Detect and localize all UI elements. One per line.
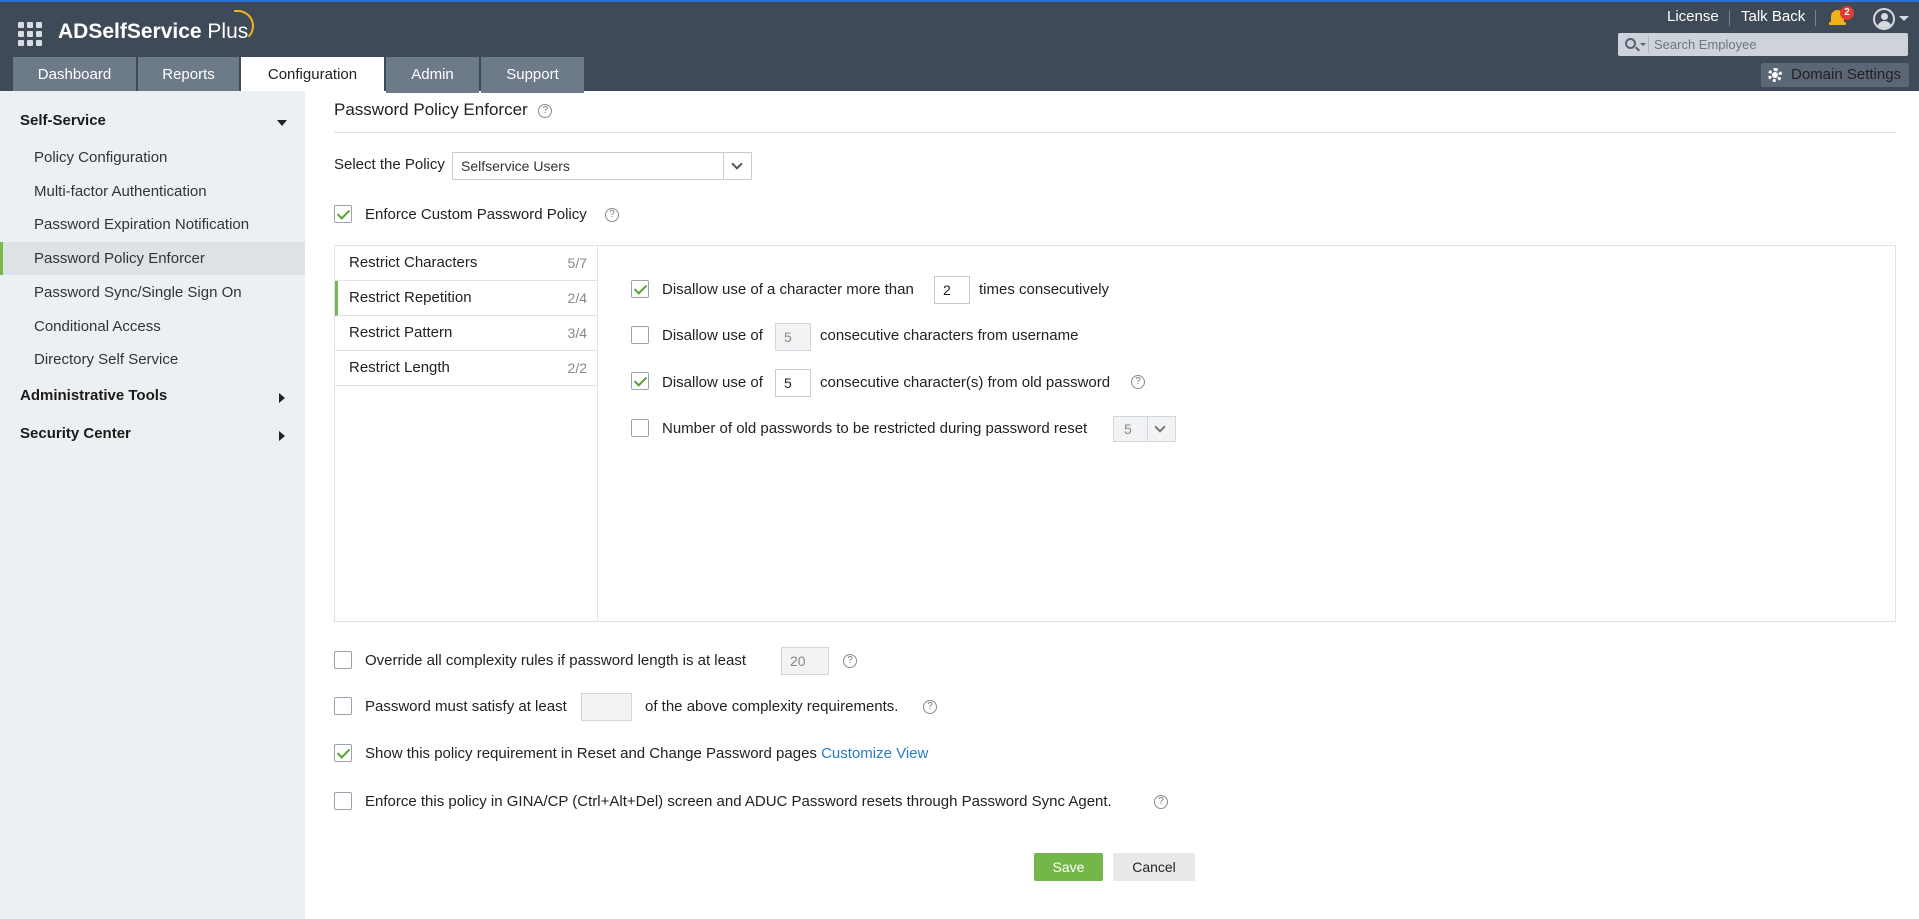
rule-consecutive-char-suffix: times consecutively <box>979 281 1110 298</box>
rule-username-chars-suffix: consecutive characters from username <box>820 327 1079 344</box>
username-chars-input[interactable] <box>775 323 811 351</box>
app-logo[interactable]: ADSelfService Plus <box>58 20 248 44</box>
top-header: ADSelfService Plus License Talk Back 2 D… <box>0 0 1919 93</box>
old-passwords-count-select[interactable]: 5 <box>1113 416 1176 442</box>
notification-count-badge: 2 <box>1840 6 1854 20</box>
override-complexity-checkbox[interactable] <box>334 651 352 669</box>
rule-old-password-chars-checkbox[interactable] <box>631 372 649 390</box>
tab-restrict-pattern[interactable]: Restrict Pattern 3/4 <box>335 316 597 351</box>
save-button[interactable]: Save <box>1034 853 1103 881</box>
expand-arrow-icon[interactable] <box>279 393 285 403</box>
enforce-custom-policy-label: Enforce Custom Password Policy <box>365 206 587 223</box>
rule-consecutive-char-label: Disallow use of a character more than <box>662 281 914 298</box>
search-options-caret-icon[interactable] <box>1640 43 1646 46</box>
cancel-button[interactable]: Cancel <box>1113 853 1195 881</box>
tab-restrict-characters[interactable]: Restrict Characters 5/7 <box>335 246 597 281</box>
sidebar-item-policy-configuration[interactable]: Policy Configuration <box>0 141 305 174</box>
rule-username-chars-checkbox[interactable] <box>631 326 649 344</box>
chevron-down-icon[interactable] <box>723 153 751 179</box>
rule-old-password-chars-suffix: consecutive character(s) from old passwo… <box>820 374 1111 391</box>
policy-select[interactable]: Selfservice Users <box>452 152 752 180</box>
divider <box>334 132 1896 133</box>
header-divider <box>1815 10 1816 26</box>
page-title: Password Policy Enforcer ? <box>334 100 553 120</box>
rule-username-chars-label: Disallow use of <box>662 327 763 344</box>
enforce-gina-checkbox[interactable] <box>334 792 352 810</box>
override-complexity-label: Override all complexity rules if passwor… <box>365 652 746 669</box>
rule-consecutive-char-checkbox[interactable] <box>631 280 649 298</box>
help-icon[interactable]: ? <box>843 654 857 668</box>
sidebar-item-password-sync-sso[interactable]: Password Sync/Single Sign On <box>0 276 305 309</box>
sidebar-section-self-service[interactable]: Self-Service <box>20 112 106 129</box>
help-icon[interactable]: ? <box>1154 795 1168 809</box>
help-icon[interactable]: ? <box>923 700 937 714</box>
header-divider <box>1729 10 1730 26</box>
chevron-down-icon <box>1154 421 1166 433</box>
tab-admin[interactable]: Admin <box>386 57 479 93</box>
app-launcher-icon[interactable] <box>18 22 42 46</box>
enforce-gina-label: Enforce this policy in GINA/CP (Ctrl+Alt… <box>365 793 1112 810</box>
license-link[interactable]: License <box>1667 8 1719 25</box>
satisfy-count-input[interactable] <box>581 693 632 721</box>
tab-reports[interactable]: Reports <box>138 57 239 93</box>
rule-old-passwords-checkbox[interactable] <box>631 419 649 437</box>
user-menu-caret-icon[interactable] <box>1899 16 1909 21</box>
show-policy-label: Show this policy requirement in Reset an… <box>365 745 929 762</box>
logo-arc-icon <box>234 10 254 42</box>
customize-view-link[interactable]: Customize View <box>821 745 928 762</box>
search-icon[interactable] <box>1625 38 1636 49</box>
tab-configuration[interactable]: Configuration <box>241 57 384 93</box>
satisfy-complexity-checkbox[interactable] <box>334 697 352 715</box>
help-icon[interactable]: ? <box>538 103 553 118</box>
override-length-input[interactable] <box>781 647 829 675</box>
help-icon[interactable]: ? <box>1131 375 1145 389</box>
search-employee-input[interactable] <box>1654 33 1904 56</box>
consecutive-char-count-input[interactable] <box>934 276 970 304</box>
sidebar-item-directory-self-service[interactable]: Directory Self Service <box>0 343 305 376</box>
user-avatar-icon[interactable] <box>1873 8 1895 30</box>
satisfy-complexity-suffix: of the above complexity requirements. <box>645 698 899 715</box>
sidebar-section-security-center[interactable]: Security Center <box>20 425 131 442</box>
divider <box>597 246 598 621</box>
sidebar-section-administrative-tools[interactable]: Administrative Tools <box>20 387 167 404</box>
help-icon[interactable]: ? <box>605 208 619 222</box>
tab-restrict-repetition[interactable]: Restrict Repetition 2/4 <box>335 281 597 316</box>
talk-back-link[interactable]: Talk Back <box>1741 8 1805 25</box>
tab-restrict-length[interactable]: Restrict Length 2/2 <box>335 351 597 386</box>
rule-old-password-chars-label: Disallow use of <box>662 374 763 391</box>
sidebar-item-password-policy-enforcer[interactable]: Password Policy Enforcer <box>0 242 305 275</box>
select-policy-label: Select the Policy <box>334 156 445 173</box>
sidebar-item-password-expiration-notification[interactable]: Password Expiration Notification <box>0 208 305 241</box>
tab-support[interactable]: Support <box>481 57 584 93</box>
employee-search <box>1618 33 1908 56</box>
sidebar: Self-Service Policy Configuration Multi-… <box>0 91 305 919</box>
domain-settings-button[interactable]: Domain Settings <box>1761 63 1909 87</box>
sidebar-item-mfa[interactable]: Multi-factor Authentication <box>0 175 305 208</box>
gear-icon <box>1768 68 1782 82</box>
collapse-arrow-icon[interactable] <box>277 120 287 126</box>
enforce-custom-policy-checkbox[interactable] <box>334 205 352 223</box>
rule-old-passwords-label: Number of old passwords to be restricted… <box>662 420 1088 437</box>
sidebar-item-conditional-access[interactable]: Conditional Access <box>0 310 305 343</box>
old-password-chars-input[interactable] <box>775 369 811 397</box>
show-policy-checkbox[interactable] <box>334 744 352 762</box>
satisfy-complexity-label: Password must satisfy at least <box>365 698 567 715</box>
tab-dashboard[interactable]: Dashboard <box>13 57 136 93</box>
expand-arrow-icon[interactable] <box>279 431 285 441</box>
